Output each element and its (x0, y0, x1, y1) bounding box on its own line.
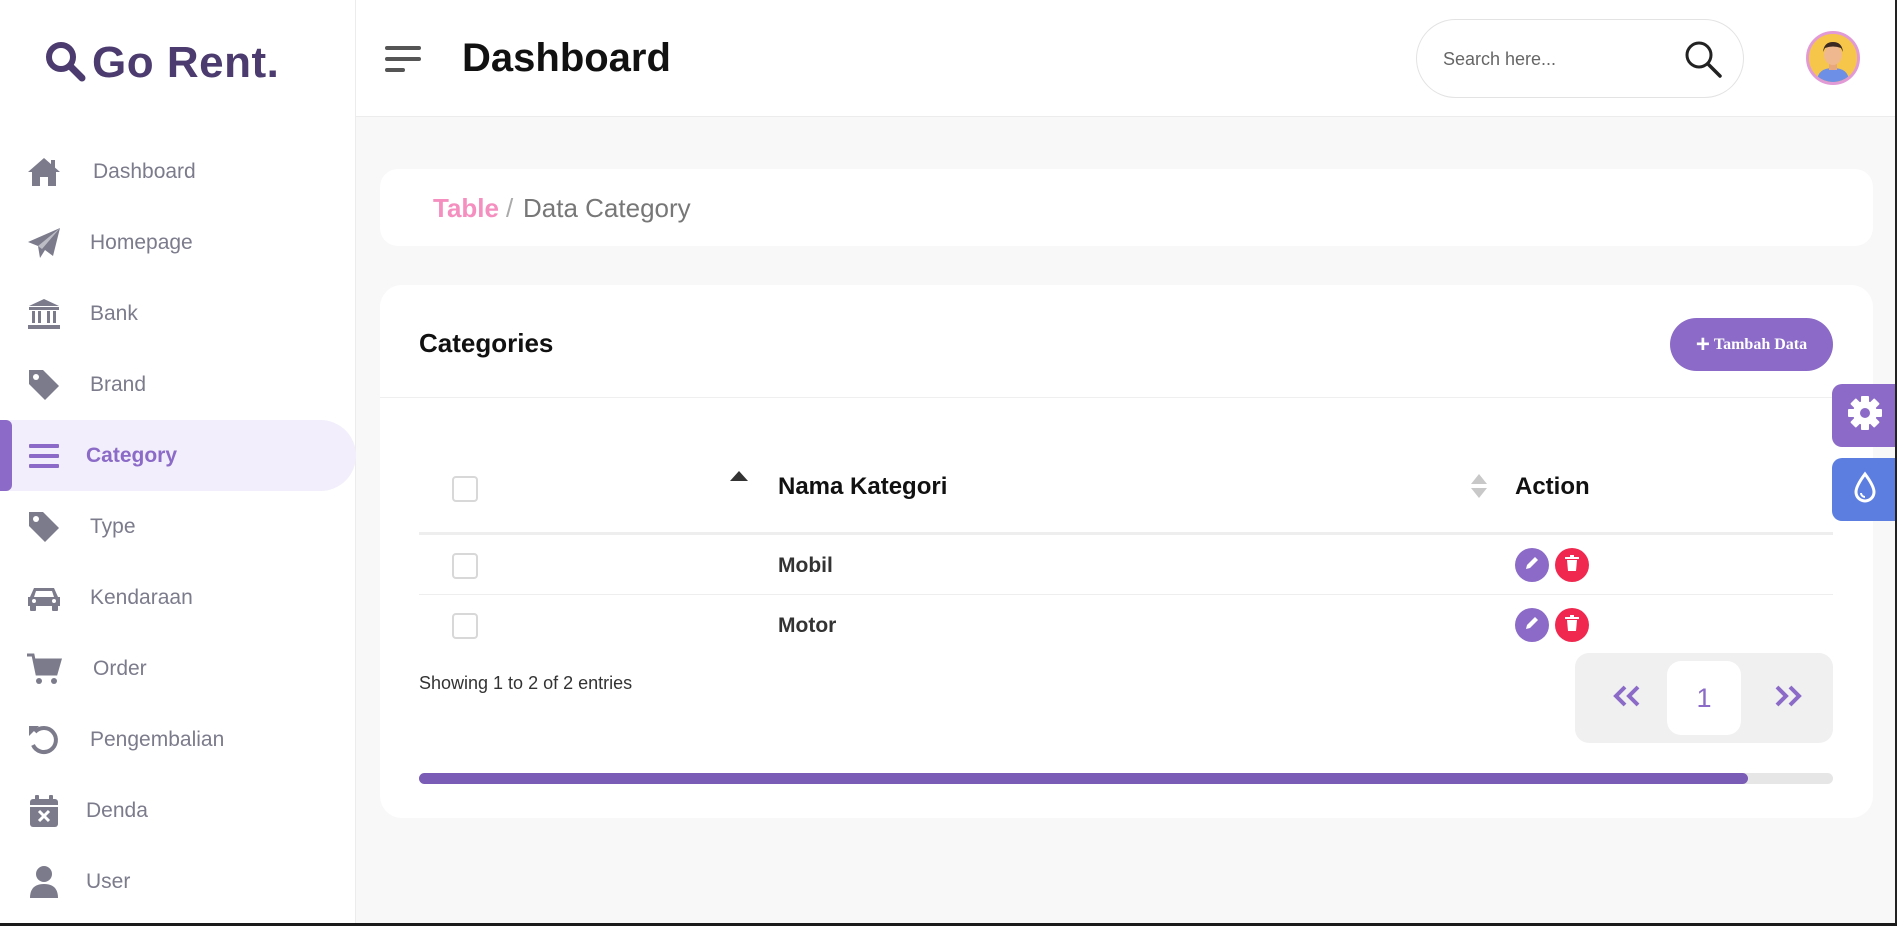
tag-icon (24, 507, 64, 547)
user-icon (24, 862, 64, 902)
pagination: 1 (1575, 653, 1833, 743)
sidebar-nav: Dashboard Homepage Bank Brand Category T… (0, 136, 356, 917)
categories-card: Categories + Tambah Data Nama Kategori A… (380, 285, 1873, 818)
page-title: Dashboard (462, 36, 671, 80)
sidebar-item-type[interactable]: Type (0, 491, 356, 562)
sort-asc-icon[interactable] (730, 471, 748, 481)
sort-icon[interactable] (1470, 473, 1488, 499)
theme-color-button[interactable] (1832, 458, 1897, 521)
avatar[interactable] (1806, 31, 1860, 85)
sidebar-item-label: Pengembalian (90, 727, 225, 751)
next-page-button[interactable] (1770, 680, 1806, 716)
sidebar-item-label: Homepage (90, 230, 193, 254)
breadcrumb: Table / Data Category (380, 169, 1873, 246)
car-icon (24, 578, 64, 618)
search-input[interactable] (1443, 44, 1673, 74)
breadcrumb-root-link[interactable]: Table (433, 193, 499, 224)
table-row: Motor (419, 595, 1833, 655)
undo-icon (24, 720, 64, 760)
sidebar-item-label: Kendaraan (90, 585, 193, 609)
sidebar-item-denda[interactable]: Denda (0, 775, 356, 846)
sidebar-item-label: User (86, 869, 131, 893)
brand-name: Go Rent. (92, 38, 280, 87)
previous-page-button[interactable] (1609, 680, 1645, 716)
table-info: Showing 1 to 2 of 2 entries (419, 673, 633, 693)
add-data-label: Tambah Data (1713, 335, 1808, 353)
hamburger-menu-icon[interactable] (385, 42, 421, 76)
row-checkbox[interactable] (452, 553, 478, 579)
search-box (1416, 19, 1744, 98)
breadcrumb-current: Data Category (523, 193, 691, 223)
scrollbar-thumb[interactable] (419, 773, 1749, 784)
trash-icon (1565, 554, 1579, 576)
sidebar-item-label: Dashboard (93, 159, 196, 183)
delete-button[interactable] (1555, 608, 1589, 642)
sidebar-item-user[interactable]: User (0, 846, 356, 917)
sidebar: Go Rent. Dashboard Homepage Bank Brand C… (0, 0, 356, 926)
edit-button[interactable] (1515, 608, 1549, 642)
edit-button[interactable] (1515, 548, 1549, 582)
sidebar-item-label: Brand (90, 372, 147, 396)
table-header-row: Nama Kategori Action (419, 435, 1833, 535)
tag-icon (24, 365, 64, 405)
sidebar-item-label: Denda (86, 798, 148, 822)
list-icon (24, 436, 64, 476)
droplet-icon (1852, 471, 1878, 508)
double-chevron-left-icon (1613, 685, 1641, 712)
column-header-action: Action (1515, 473, 1590, 500)
sidebar-item-category[interactable]: Category (0, 420, 356, 491)
search-icon[interactable] (1683, 39, 1723, 84)
breadcrumb-separator: / (506, 193, 514, 223)
pencil-icon (1524, 615, 1540, 636)
paper-plane-icon (24, 223, 64, 263)
sidebar-item-kendaraan[interactable]: Kendaraan (0, 562, 356, 633)
sidebar-item-brand[interactable]: Brand (0, 349, 356, 420)
settings-button[interactable] (1832, 384, 1897, 447)
sidebar-item-pengembalian[interactable]: Pengembalian (0, 704, 356, 775)
category-name: Mobil (778, 554, 833, 577)
sidebar-item-label: Order (93, 656, 147, 680)
home-icon (24, 152, 64, 192)
card-header: Categories + Tambah Data (380, 285, 1873, 398)
sidebar-item-homepage[interactable]: Homepage (0, 207, 356, 278)
sidebar-item-label: Type (90, 514, 136, 538)
category-name: Motor (778, 614, 837, 637)
sidebar-item-dashboard[interactable]: Dashboard (0, 136, 356, 207)
sidebar-item-bank[interactable]: Bank (0, 278, 356, 349)
double-chevron-right-icon (1774, 685, 1802, 712)
brand-logo[interactable]: Go Rent. (44, 38, 279, 88)
sidebar-item-order[interactable]: Order (0, 633, 356, 704)
table-row: Mobil (419, 535, 1833, 595)
pencil-icon (1524, 555, 1540, 576)
column-header-nama-kategori[interactable]: Nama Kategori (778, 473, 947, 501)
sidebar-item-label: Category (86, 443, 178, 467)
trash-icon (1565, 614, 1579, 636)
top-header: Dashboard (356, 0, 1897, 117)
card-title: Categories (419, 328, 554, 358)
sidebar-item-label: Bank (90, 301, 138, 325)
horizontal-scrollbar[interactable] (419, 773, 1833, 784)
categories-table: Nama Kategori Action Mobil Motor (419, 435, 1833, 655)
calendar-x-icon (24, 791, 64, 831)
select-all-checkbox[interactable] (452, 476, 478, 502)
page-number-button[interactable]: 1 (1667, 661, 1741, 735)
bank-icon (24, 294, 64, 334)
delete-button[interactable] (1555, 548, 1589, 582)
add-data-button[interactable]: + Tambah Data (1670, 318, 1833, 371)
row-checkbox[interactable] (452, 613, 478, 639)
cart-icon (24, 649, 64, 689)
plus-icon: + (1695, 330, 1710, 358)
magnifier-logo-icon (44, 40, 86, 87)
gear-icon (1846, 394, 1884, 437)
